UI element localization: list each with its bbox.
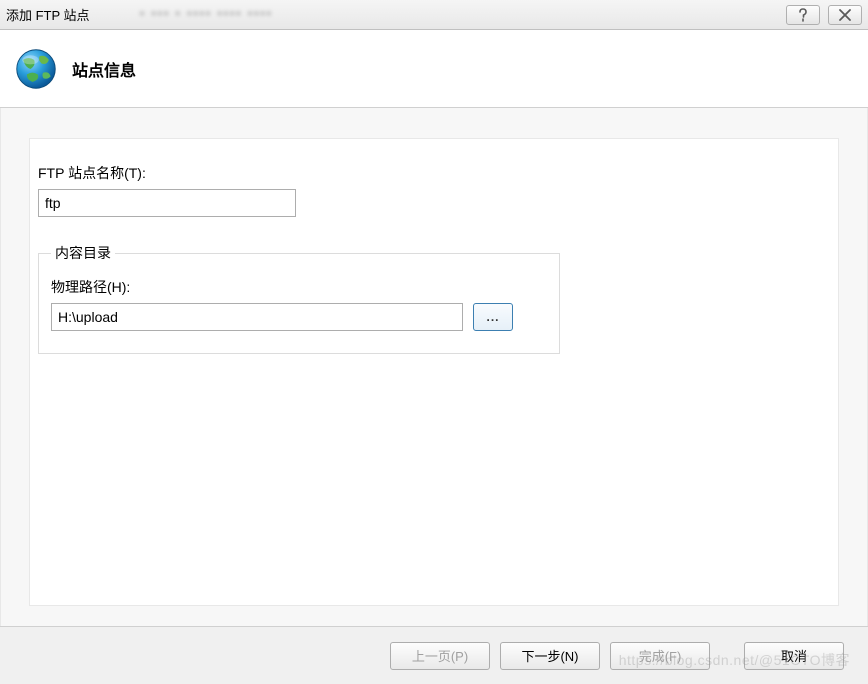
- titlebar-controls: [786, 5, 862, 25]
- physical-path-row: ...: [51, 303, 547, 331]
- wizard-heading: 站点信息: [72, 57, 136, 81]
- browse-button[interactable]: ...: [473, 303, 513, 331]
- content-directory-fieldset: 内容目录 物理路径(H): ...: [38, 243, 560, 354]
- cancel-button[interactable]: 取消: [744, 642, 844, 670]
- form-panel: FTP 站点名称(T): 内容目录 物理路径(H): ...: [29, 138, 839, 606]
- site-name-label: FTP 站点名称(T):: [38, 163, 830, 183]
- wizard-header: 站点信息: [0, 30, 868, 108]
- content-area: FTP 站点名称(T): 内容目录 物理路径(H): ...: [0, 108, 868, 626]
- wizard-footer: 上一页(P) 下一步(N) 完成(F) 取消: [0, 626, 868, 684]
- titlebar: 添加 FTP 站点 ▪ ▪▪▪ ▪ ▪▪▪▪ ▪▪▪▪ ▪▪▪▪: [0, 0, 868, 30]
- globe-icon: [14, 47, 58, 91]
- site-name-input[interactable]: [38, 189, 296, 217]
- help-button[interactable]: [786, 5, 820, 25]
- window-title: 添加 FTP 站点: [6, 5, 90, 24]
- close-icon: [838, 9, 852, 21]
- site-name-row: FTP 站点名称(T):: [30, 163, 838, 235]
- close-button[interactable]: [828, 5, 862, 25]
- previous-button[interactable]: 上一页(P): [390, 642, 490, 670]
- physical-path-input[interactable]: [51, 303, 463, 331]
- content-directory-legend: 内容目录: [51, 243, 115, 263]
- next-button[interactable]: 下一步(N): [500, 642, 600, 670]
- physical-path-label: 物理路径(H):: [51, 277, 547, 297]
- help-icon: [797, 8, 809, 22]
- titlebar-blur-text: ▪ ▪▪▪ ▪ ▪▪▪▪ ▪▪▪▪ ▪▪▪▪: [140, 6, 273, 20]
- finish-button[interactable]: 完成(F): [610, 642, 710, 670]
